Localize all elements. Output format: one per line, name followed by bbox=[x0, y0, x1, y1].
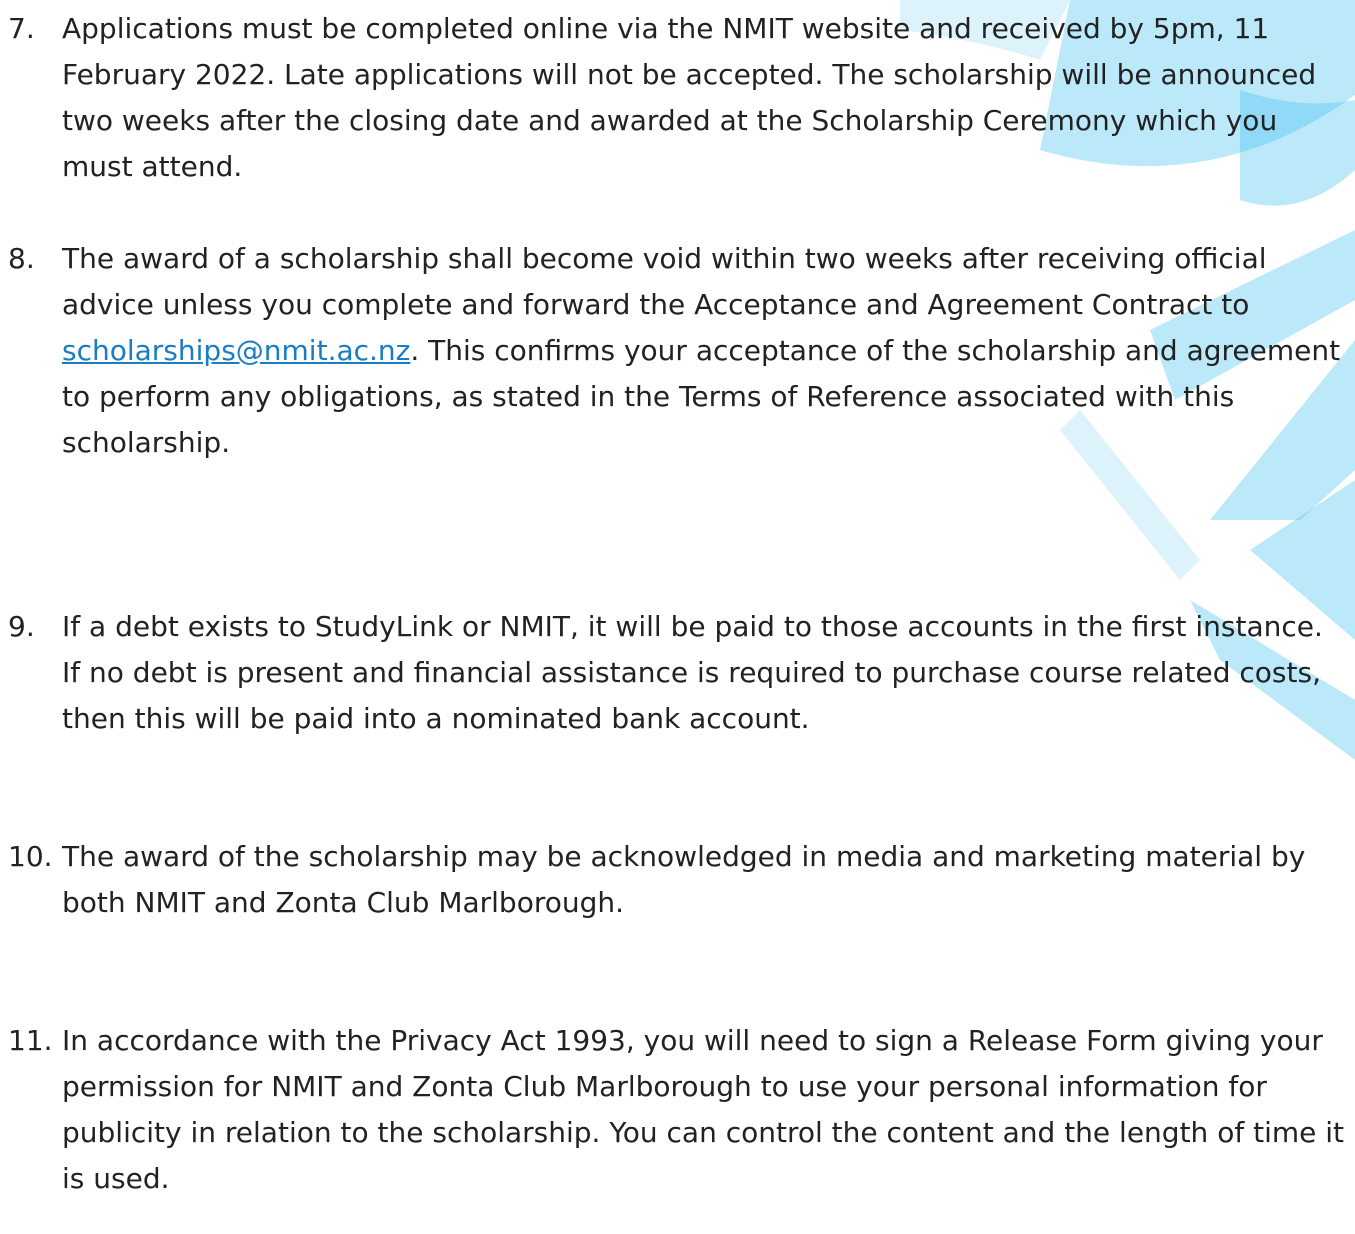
list-item-number: 11. bbox=[8, 1024, 53, 1057]
list-item: 8. The award of a scholarship shall beco… bbox=[8, 236, 1348, 466]
list-item-number: 9. bbox=[8, 610, 35, 643]
email-link[interactable]: scholarships@nmit.ac.nz bbox=[62, 334, 410, 367]
list-item-number: 8. bbox=[8, 242, 35, 275]
list-item-number: 10. bbox=[8, 840, 53, 873]
list-item: 11. In accordance with the Privacy Act 1… bbox=[8, 1018, 1348, 1202]
list-item-number: 7. bbox=[8, 12, 35, 45]
list-item-text: The award of the scholarship may be ackn… bbox=[62, 840, 1306, 919]
list-item-text: In accordance with the Privacy Act 1993,… bbox=[62, 1024, 1345, 1195]
list-item-text: If a debt exists to StudyLink or NMIT, i… bbox=[62, 610, 1323, 735]
list-item: 10. The award of the scholarship may be … bbox=[8, 834, 1348, 926]
list-item: 9. If a debt exists to StudyLink or NMIT… bbox=[8, 604, 1348, 742]
list-item-text: The award of a scholarship shall become … bbox=[62, 236, 1348, 466]
list-item: 7. Applications must be completed online… bbox=[8, 6, 1348, 190]
list-item-text: Applications must be completed online vi… bbox=[62, 12, 1317, 183]
list-item-text-before: The award of a scholarship shall become … bbox=[62, 242, 1267, 321]
